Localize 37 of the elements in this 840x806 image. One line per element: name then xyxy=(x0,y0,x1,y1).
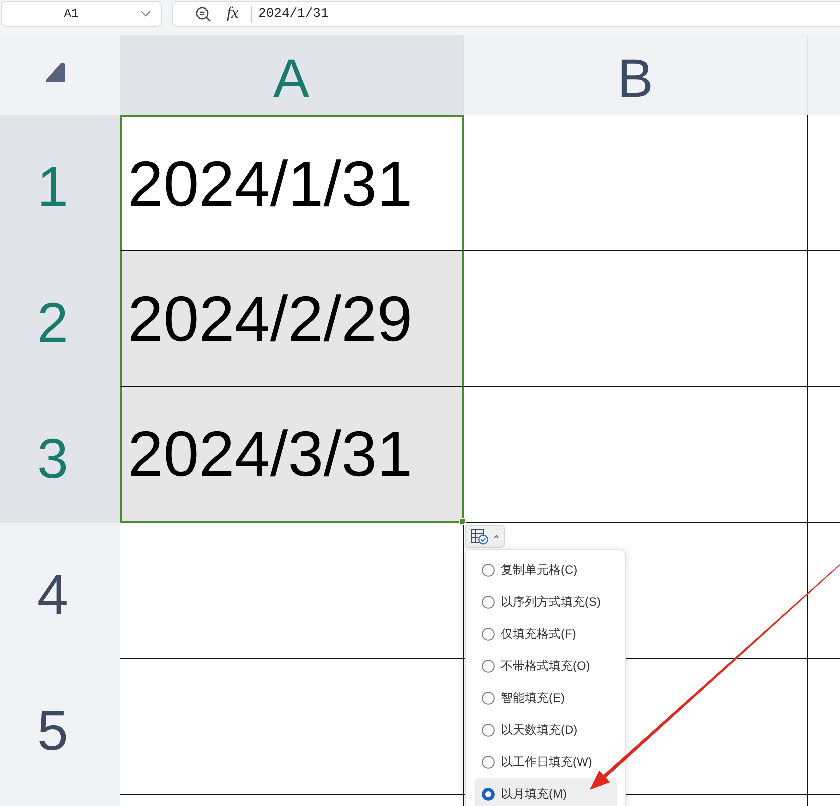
radio-icon[interactable] xyxy=(482,724,495,736)
radio-icon[interactable] xyxy=(482,564,495,576)
row-header[interactable]: 3 xyxy=(0,387,120,523)
magnifier-icon[interactable] xyxy=(196,6,211,22)
radio-icon[interactable] xyxy=(482,660,495,672)
row-header[interactable]: 5 xyxy=(0,659,120,795)
function-button[interactable]: fx xyxy=(227,5,239,23)
autofill-options-button[interactable] xyxy=(465,525,505,548)
row-header[interactable]: 4 xyxy=(0,523,120,659)
radio-icon[interactable] xyxy=(482,788,495,800)
chevron-down-icon[interactable] xyxy=(141,11,151,17)
menu-item[interactable]: 复制单元格(C) xyxy=(475,554,617,586)
radio-icon[interactable] xyxy=(482,756,495,768)
menu-item[interactable]: 智能填充(E) xyxy=(475,682,617,714)
menu-item[interactable]: 以月填充(M) xyxy=(475,778,617,806)
table-check-icon xyxy=(471,528,489,544)
column-header[interactable]: B xyxy=(464,35,808,115)
menu-item[interactable]: 仅填充格式(F) xyxy=(475,618,617,650)
menu-item[interactable]: 以天数填充(D) xyxy=(475,714,617,746)
table-cell: 2024/1/31 xyxy=(120,115,464,251)
row-header[interactable]: 2 xyxy=(0,251,120,387)
formula-input[interactable]: 2024/1/31 xyxy=(258,6,329,22)
fill-handle-icon[interactable] xyxy=(459,518,466,525)
menu-item[interactable]: 不带格式填充(O) xyxy=(475,650,617,682)
menu-item[interactable]: 以序列方式填充(S) xyxy=(475,586,617,618)
table-cell: 2024/3/31 xyxy=(120,387,464,523)
select-all-button[interactable] xyxy=(0,35,120,115)
table-cell: 2024/2/29 xyxy=(120,251,464,387)
caret-up-icon xyxy=(494,534,499,538)
menu-item[interactable]: 以工作日填充(W) xyxy=(475,746,617,778)
radio-icon[interactable] xyxy=(482,596,495,608)
radio-icon[interactable] xyxy=(482,628,495,640)
column-header[interactable]: A xyxy=(120,35,464,115)
triangle-icon xyxy=(45,62,66,83)
name-box[interactable]: A1 xyxy=(1,1,162,27)
radio-icon[interactable] xyxy=(482,692,495,704)
row-header[interactable]: 1 xyxy=(0,115,120,251)
